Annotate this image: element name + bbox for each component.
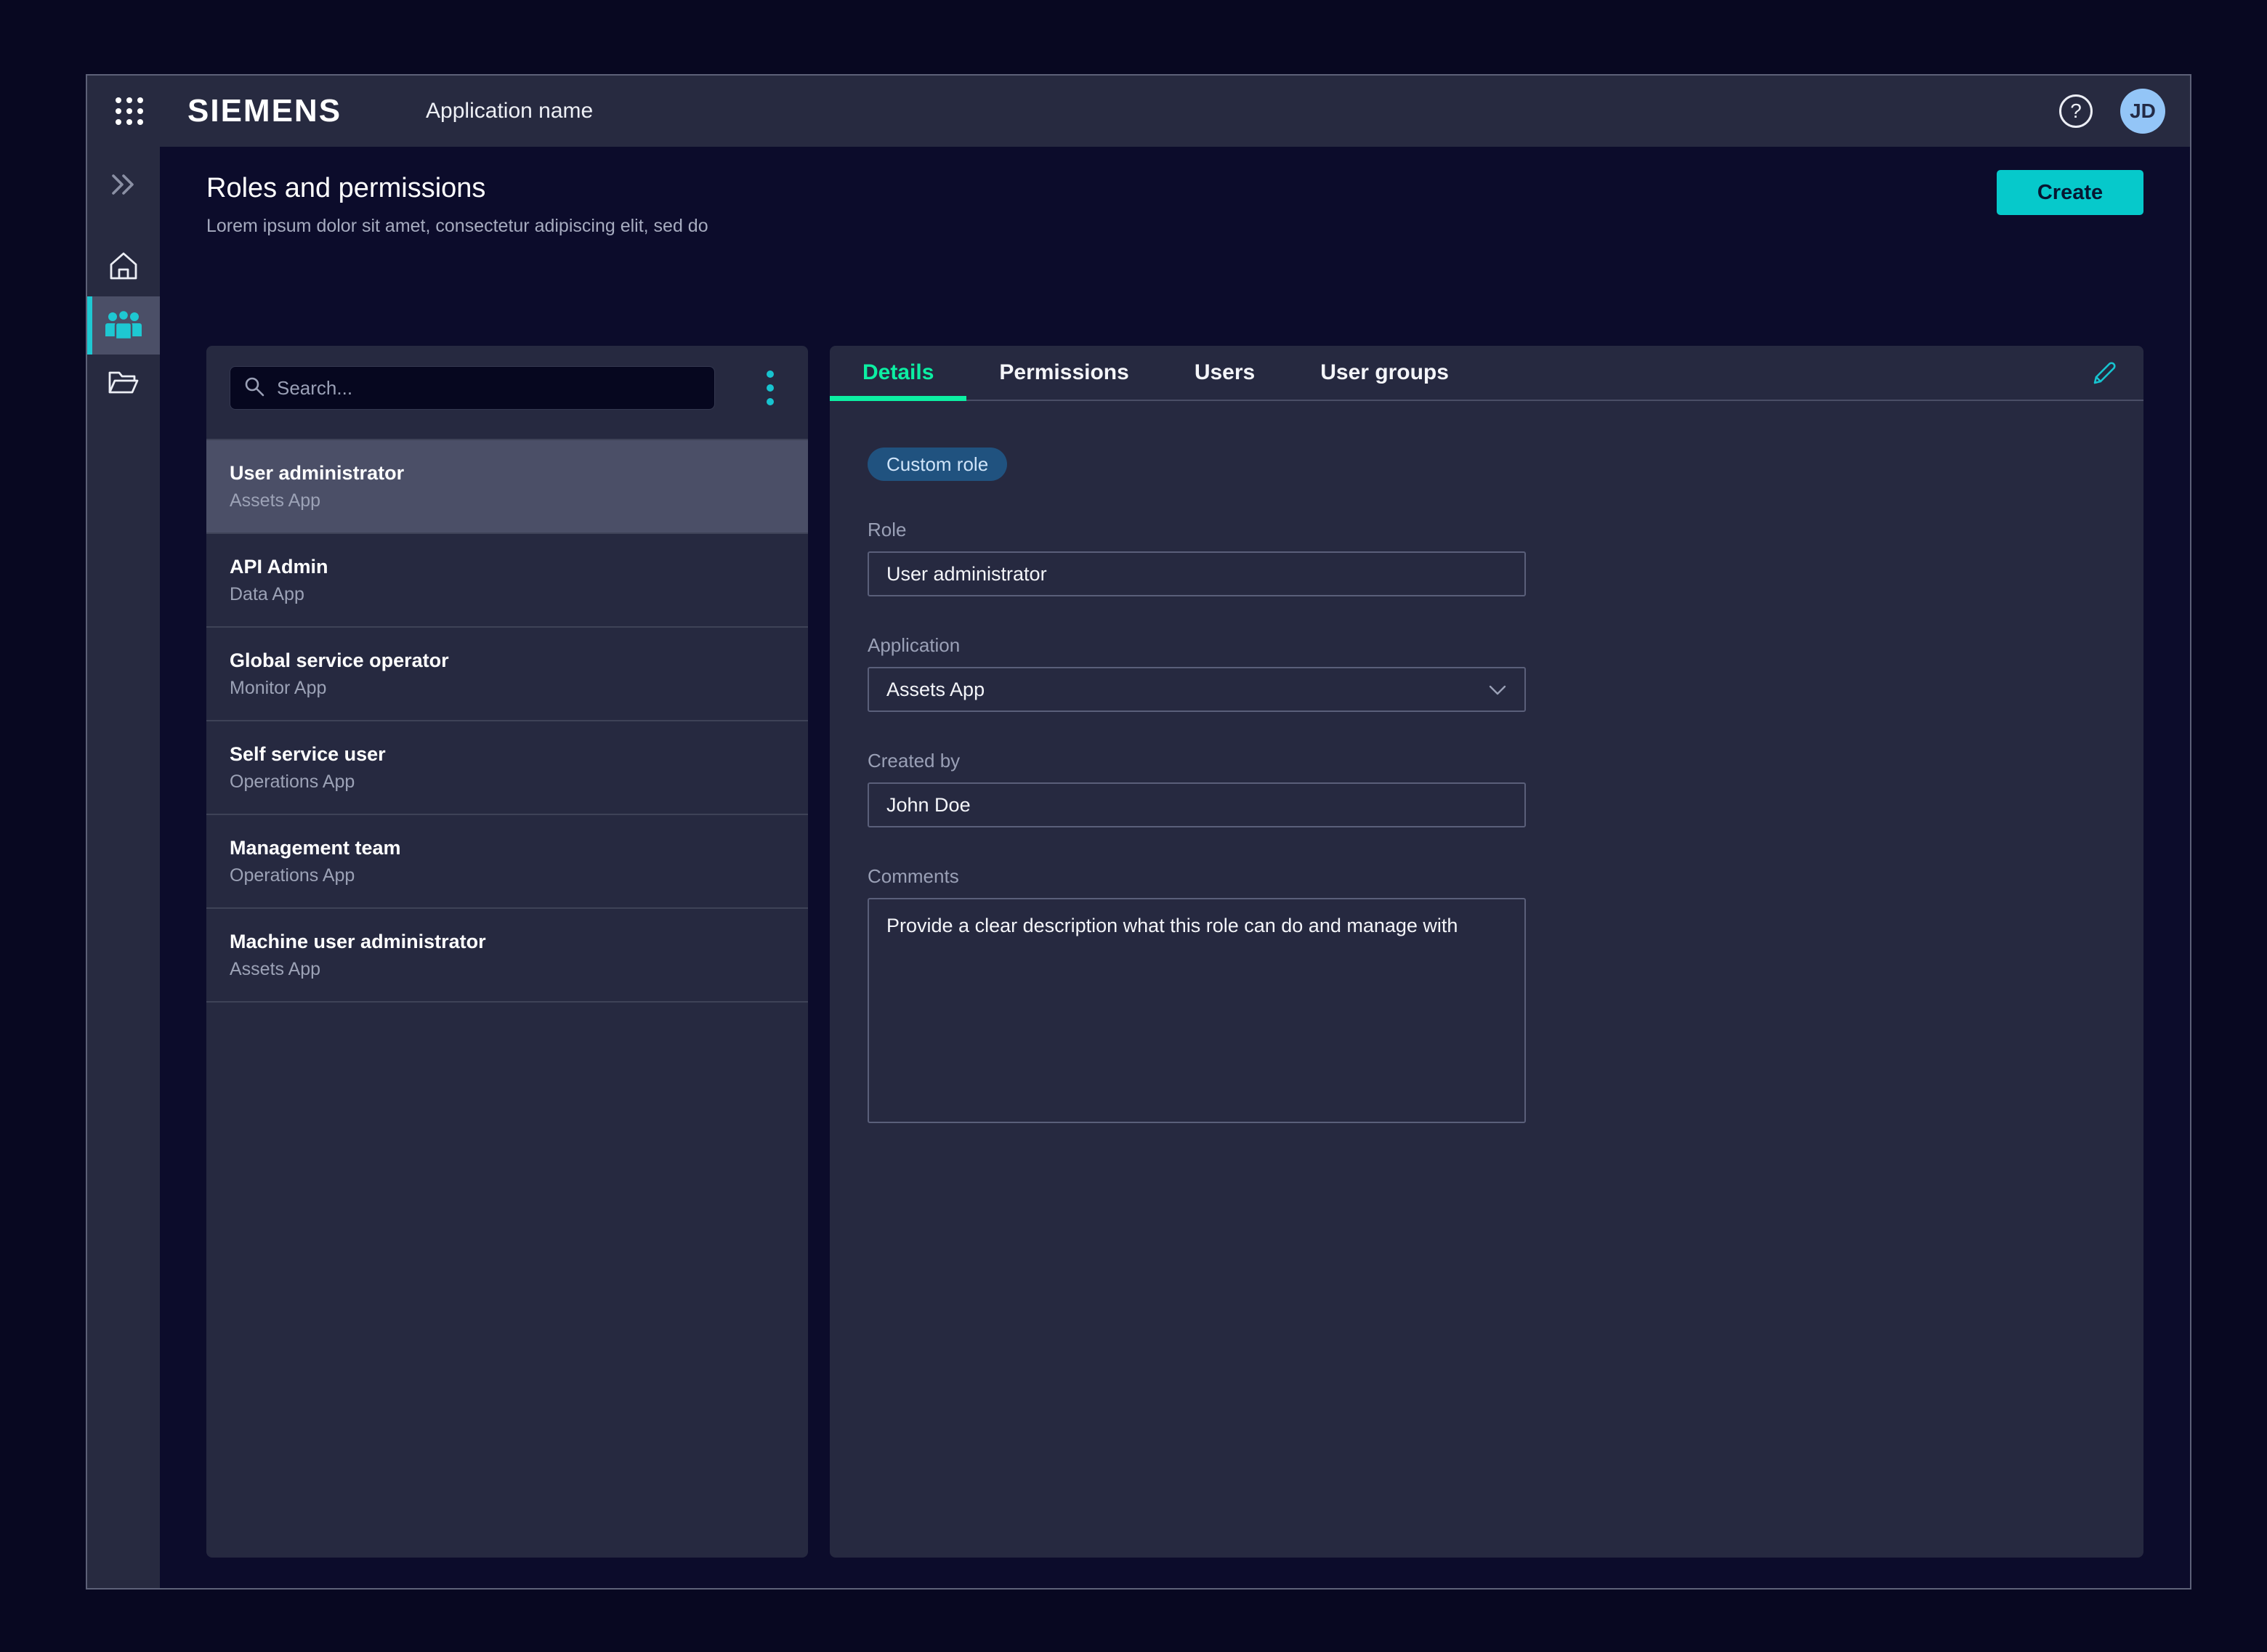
custom-role-badge: Custom role (868, 448, 1007, 481)
main-content: Roles and permissions Lorem ipsum dolor … (160, 147, 2190, 1588)
role-field-label: Role (868, 519, 2106, 541)
tab-permissions[interactable]: Permissions (966, 346, 1161, 400)
double-chevron-right-icon (108, 172, 140, 201)
panels: User administrator Assets App API Admin … (206, 346, 2143, 1558)
role-list-item[interactable]: API Admin Data App (206, 534, 808, 628)
help-icon[interactable]: ? (2059, 94, 2093, 128)
sidebar (87, 147, 160, 1588)
sidebar-item-home[interactable] (87, 238, 160, 296)
application-name: Application name (426, 99, 593, 124)
create-button[interactable]: Create (1997, 170, 2143, 215)
app-launcher-icon[interactable] (112, 94, 147, 129)
role-name: User administrator (230, 462, 785, 485)
home-icon (108, 251, 140, 285)
avatar[interactable]: JD (2120, 89, 2165, 134)
role-app: Assets App (230, 490, 785, 511)
top-bar: SIEMENS Application name ? JD (87, 76, 2190, 147)
role-list-item[interactable]: Machine user administrator Assets App (206, 909, 808, 1003)
role-list-item[interactable]: Management team Operations App (206, 815, 808, 909)
role-list-item[interactable]: Global service operator Monitor App (206, 628, 808, 721)
role-name: Management team (230, 837, 785, 859)
role-name: Machine user administrator (230, 931, 785, 953)
detail-tabs: Details Permissions Users User groups (830, 346, 2143, 401)
application-field-label: Application (868, 634, 2106, 657)
list-options-kebab-icon[interactable] (756, 368, 785, 408)
role-app: Data App (230, 584, 785, 605)
role-list-item[interactable]: Self service user Operations App (206, 721, 808, 815)
role-app: Operations App (230, 865, 785, 886)
comments-field-label: Comments (868, 865, 2106, 888)
users-icon (105, 309, 142, 343)
role-name: Self service user (230, 743, 785, 766)
application-select-value: Assets App (886, 679, 985, 701)
application-field: Application Assets App (868, 634, 2106, 712)
created-by-field: Created by (868, 750, 2106, 827)
sidebar-item-projects[interactable] (87, 355, 160, 413)
header-actions: ? JD (2059, 89, 2165, 134)
chevron-down-icon (1488, 679, 1507, 701)
application-select[interactable]: Assets App (868, 667, 1526, 712)
role-app: Monitor App (230, 678, 785, 699)
role-list-item[interactable]: User administrator Assets App (206, 440, 808, 534)
search-icon (243, 376, 265, 401)
page-subtitle: Lorem ipsum dolor sit amet, consectetur … (206, 216, 2143, 237)
folder-icon (107, 368, 140, 400)
roles-list-panel: User administrator Assets App API Admin … (206, 346, 808, 1558)
comments-textarea[interactable]: Provide a clear description what this ro… (868, 898, 1526, 1123)
created-by-input[interactable] (868, 782, 1526, 827)
tab-user-groups[interactable]: User groups (1288, 346, 1482, 400)
role-field: Role (868, 519, 2106, 596)
tab-users[interactable]: Users (1162, 346, 1288, 400)
sidebar-item-users[interactable] (87, 296, 160, 355)
role-detail-panel: Details Permissions Users User groups Cu… (830, 346, 2143, 1558)
sidebar-expand-button[interactable] (87, 157, 160, 215)
role-app: Assets App (230, 959, 785, 980)
page-title: Roles and permissions (206, 173, 2143, 204)
search-row (206, 346, 808, 439)
edit-pencil-icon[interactable] (2088, 356, 2122, 389)
role-app: Operations App (230, 772, 785, 793)
app-window: SIEMENS Application name ? JD (86, 74, 2191, 1590)
comments-field: Comments Provide a clear description wha… (868, 865, 2106, 1127)
search-box (230, 366, 715, 410)
created-by-field-label: Created by (868, 750, 2106, 772)
role-name: Global service operator (230, 649, 785, 672)
tab-details[interactable]: Details (830, 346, 966, 400)
search-input[interactable] (275, 376, 701, 400)
siemens-logo: SIEMENS (187, 93, 342, 129)
role-input[interactable] (868, 551, 1526, 596)
page-header: Roles and permissions Lorem ipsum dolor … (206, 147, 2143, 237)
role-list: User administrator Assets App API Admin … (206, 439, 808, 1003)
role-name: API Admin (230, 556, 785, 578)
detail-form: Custom role Role Application Assets App (830, 401, 2143, 1127)
